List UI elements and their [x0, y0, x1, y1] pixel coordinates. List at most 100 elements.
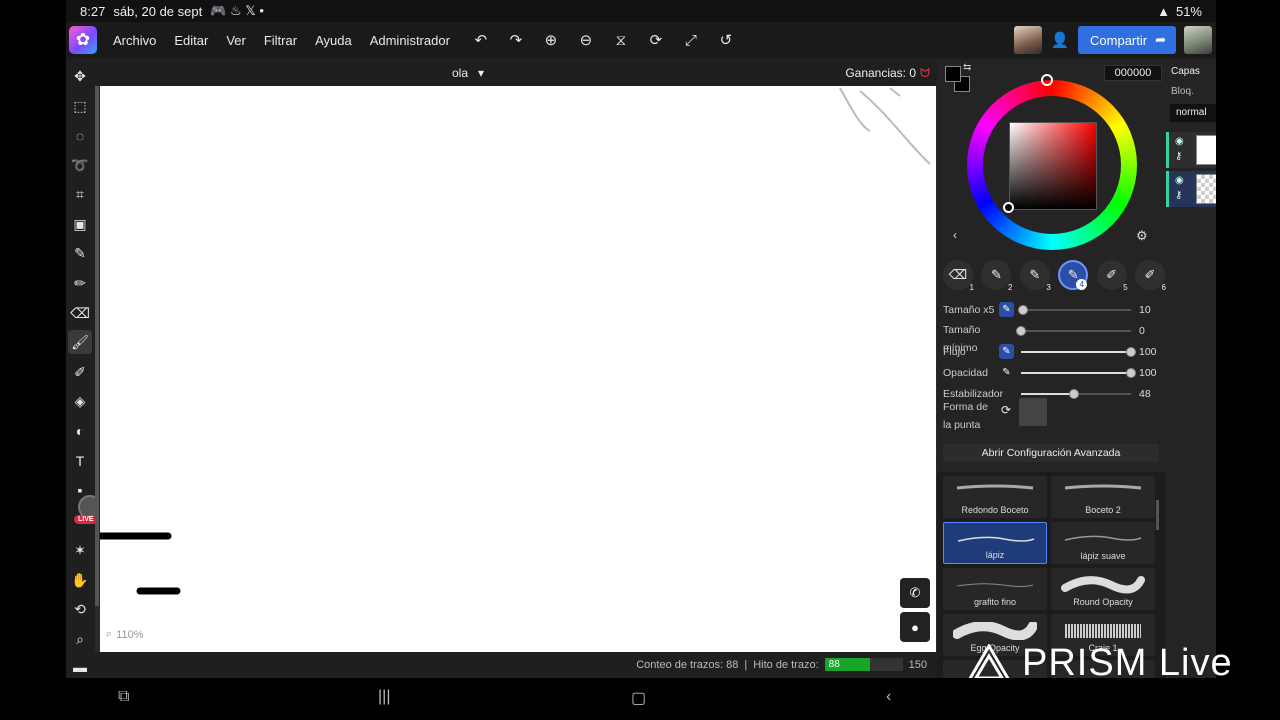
zoom-out-icon[interactable]: ⊖ [577, 31, 595, 49]
airbrush-icon: ✐ [1106, 267, 1118, 282]
drawing-canvas[interactable] [96, 86, 936, 652]
home-icon[interactable]: ▢ [631, 688, 646, 708]
menu-filtrar[interactable]: Filtrar [264, 33, 297, 48]
milestone-value: 88 [828, 659, 840, 670]
layer-lock-icon[interactable]: ⚷ [1175, 190, 1182, 201]
layer-row[interactable]: ◉ ⚷ [1166, 132, 1216, 168]
lasso-icon[interactable]: ➰ [68, 153, 92, 177]
screenshot-icon[interactable]: ⧉ [118, 688, 129, 706]
rect-select-icon[interactable]: ⬚ [68, 94, 92, 118]
brush-slot-6[interactable]: ✐ 6 [1134, 260, 1166, 292]
size-slider[interactable] [1018, 305, 1131, 315]
add-user-icon[interactable]: 👤 [1050, 31, 1070, 49]
undo-icon[interactable]: ↶ [472, 31, 490, 49]
eye-icon[interactable]: ◉ [1175, 136, 1184, 147]
reset-icon[interactable]: ⟳ [1001, 403, 1011, 417]
gradient-icon[interactable]: ◐ [68, 419, 92, 443]
brush-preset[interactable]: Boceto 2 [1051, 476, 1155, 518]
brush-slot-4[interactable]: ✎ 4 [1058, 260, 1089, 290]
call-button[interactable]: ✆ [900, 578, 930, 608]
brush-slot-5[interactable]: ✐ 5 [1096, 260, 1128, 292]
stabilizer-slider[interactable] [1021, 389, 1131, 399]
text-tool-icon[interactable]: T [68, 449, 92, 473]
menu-ver[interactable]: Ver [226, 33, 246, 48]
size-slider-row: Tamaño x5 ✎ 10 [937, 300, 1166, 320]
stamp-tool-icon[interactable]: ✶ [68, 538, 92, 562]
blend-mode-select[interactable]: normal [1170, 104, 1216, 122]
eyedropper-icon[interactable]: ✎ [68, 241, 92, 265]
pressure-pen-icon[interactable]: ✎ [999, 365, 1014, 380]
tip-shape-preview[interactable] [1019, 398, 1047, 426]
transform-icon[interactable]: ▣ [68, 212, 92, 236]
hex-input[interactable]: 000000 [1104, 65, 1162, 81]
stabilizer-slider-knob[interactable] [1068, 389, 1079, 399]
zoom-value: 110% [116, 628, 144, 641]
zoom-in-icon[interactable]: ⊕ [542, 31, 560, 49]
move-tool-icon[interactable]: ✥ [68, 64, 92, 88]
pressure-pen-icon[interactable]: ✎ [999, 344, 1014, 359]
brush-slot-2[interactable]: ✎ 2 [981, 260, 1012, 292]
zoom-tool-icon[interactable]: ⌕ [68, 627, 92, 651]
flow-slider-knob[interactable] [1126, 347, 1136, 357]
menu-administrador[interactable]: Administrador [370, 33, 450, 48]
brush-slot-3[interactable]: ✎ 3 [1019, 260, 1051, 292]
account-avatar[interactable] [1184, 26, 1212, 54]
eraser-tool-icon[interactable]: ⌫ [68, 301, 92, 325]
advanced-settings-button[interactable]: Abrir Configuración Avanzada [943, 444, 1159, 462]
sv-handle[interactable] [1003, 202, 1014, 213]
back-icon[interactable]: ‹ [886, 688, 891, 706]
hue-handle[interactable] [1041, 74, 1053, 86]
chevron-left-icon[interactable]: ‹ [953, 228, 957, 242]
redo-icon[interactable]: ↷ [507, 31, 525, 49]
brush-preset[interactable]: lápiz suave [1051, 522, 1155, 564]
pencil-tool-icon[interactable]: ✏ [68, 271, 92, 295]
brush-slot-1[interactable]: ⌫ 1 [943, 260, 974, 292]
min-size-slider[interactable] [1016, 326, 1131, 336]
document-name-dropdown[interactable]: ola ▾ [452, 66, 484, 80]
brush-preset-name: Boceto 2 [1085, 505, 1121, 515]
menu-ayuda[interactable]: Ayuda [315, 33, 352, 48]
menu-editar[interactable]: Editar [174, 33, 208, 48]
chat-tool-icon[interactable]: ▬ [68, 655, 92, 679]
canvas-area[interactable] [95, 86, 937, 652]
crop-icon[interactable]: ⌗ [68, 182, 92, 206]
menu-archivo[interactable]: Archivo [113, 33, 156, 48]
pressure-pen-icon[interactable]: ✎ [999, 302, 1014, 317]
brush-preset[interactable]: Redondo Boceto [943, 476, 1047, 518]
saturation-value-picker[interactable] [1009, 122, 1097, 210]
brush-preset[interactable]: Round Opacity [1051, 568, 1155, 610]
primary-color-swatch[interactable] [945, 66, 961, 82]
swap-colors-icon[interactable]: ⇆ [963, 62, 971, 73]
fullscreen-icon[interactable]: ⤢ [682, 31, 700, 49]
rotate-view-icon[interactable]: ⟳ [647, 31, 665, 49]
brush-preset[interactable]: lápiz [943, 522, 1047, 564]
fit-view-icon[interactable]: ⧖ [612, 31, 630, 49]
recent-apps-icon[interactable]: ||| [378, 688, 390, 706]
opacity-slider[interactable] [1021, 368, 1136, 378]
flow-slider[interactable] [1021, 347, 1136, 357]
layers-title: Capas [1171, 66, 1200, 77]
zoom-indicator[interactable]: ⌕ 110% [106, 628, 144, 641]
chat-button[interactable]: ● [900, 612, 930, 642]
brush-library-scrollbar[interactable] [1156, 500, 1159, 530]
rotate-tool-icon[interactable]: ⟲ [68, 597, 92, 621]
brush-preset[interactable]: grafito fino [943, 568, 1047, 610]
user-avatar[interactable] [1014, 26, 1043, 54]
hand-tool-icon[interactable]: ✋ [68, 568, 92, 592]
smudge-tool-icon[interactable]: ✐ [68, 360, 92, 384]
gear-icon[interactable]: ⚙ [1136, 228, 1148, 244]
fill-bucket-icon[interactable]: ◈ [68, 389, 92, 413]
earnings[interactable]: Ganancias: 0 ᗢ [845, 66, 930, 81]
canvas-scrollbar[interactable] [95, 86, 99, 606]
brush-tool-icon[interactable]: 🖌 [68, 330, 92, 354]
layer-lock-icon[interactable]: ⚷ [1175, 151, 1182, 162]
opacity-slider-knob[interactable] [1126, 368, 1136, 378]
reset-view-icon[interactable]: ↺ [717, 31, 735, 49]
app-logo-icon[interactable]: ✿ [69, 26, 97, 54]
layer-row[interactable]: ◉ ⚷ [1166, 171, 1216, 207]
size-slider-knob[interactable] [1018, 305, 1029, 315]
eye-icon[interactable]: ◉ [1175, 175, 1184, 186]
ellipse-select-icon[interactable]: ◌ [68, 124, 92, 148]
min-size-slider-knob[interactable] [1016, 326, 1026, 336]
share-button[interactable]: Compartir ➦ [1078, 26, 1176, 54]
